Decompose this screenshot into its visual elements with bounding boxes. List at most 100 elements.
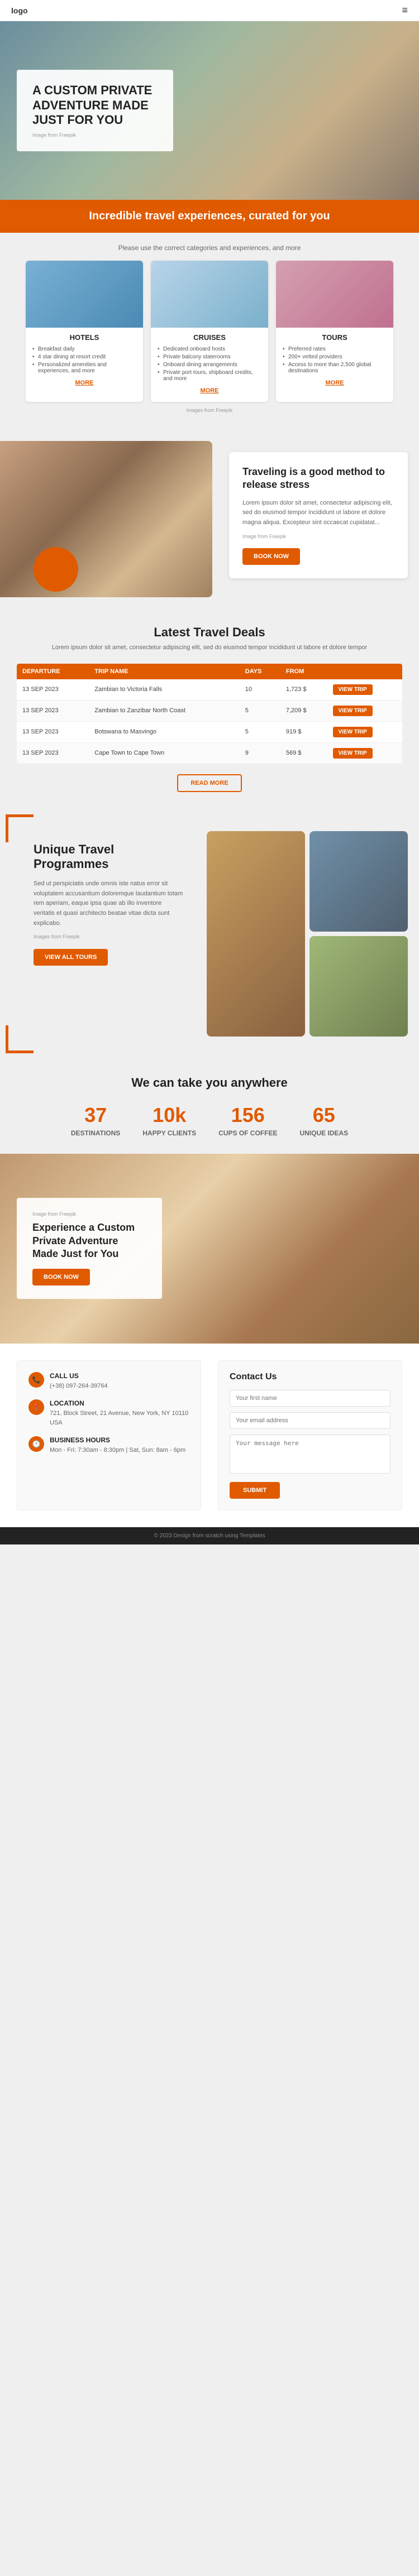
contact-message-input[interactable] xyxy=(230,1435,391,1474)
col-days: DAYS xyxy=(240,664,280,679)
footer-location-value: 721, Block Street, 21 Avenue, New York, … xyxy=(50,1409,189,1427)
cards-image-credit: Images from Freepik xyxy=(11,407,408,413)
deal-2-view-button[interactable]: VIEW TRIP xyxy=(333,706,373,716)
footer-hours: 🕐 BUSINESS HOURS Mon - Fri: 7:30am - 8:3… xyxy=(28,1436,189,1455)
adventure-section: Image from Freepik Experience a Custom P… xyxy=(0,1154,419,1344)
hotels-feature-2: 4 star dining at resort credit xyxy=(32,354,136,360)
hotels-more-link[interactable]: MORE xyxy=(32,380,136,386)
stress-body: Lorem ipsum dolor sit amet, consectetur … xyxy=(242,498,394,528)
deal-3-view-button[interactable]: VIEW TRIP xyxy=(333,727,373,737)
deal-row-1: 13 SEP 2023 Zambian to Victoria Falls 10… xyxy=(17,679,402,701)
cards-row: HOTELS Breakfast daily 4 star dining at … xyxy=(11,261,408,402)
tours-card-body: TOURS Preferred rates 200+ vetted provid… xyxy=(276,328,393,394)
phone-icon: 📞 xyxy=(28,1372,44,1388)
deal-2-departure: 13 SEP 2023 xyxy=(17,700,89,721)
deals-header-row: DEPARTURE TRIP NAME DAYS FROM xyxy=(17,664,402,679)
footer-hours-label: BUSINESS HOURS xyxy=(50,1436,185,1444)
footer-call-text: CALL US (+38) 097-264-39764 xyxy=(50,1372,108,1391)
deal-3-days: 5 xyxy=(240,721,280,742)
hamburger-menu[interactable]: ≡ xyxy=(402,4,408,16)
tagline-section: Incredible travel experiences, curated f… xyxy=(0,200,419,233)
programmes-image-credit: Images from Freepik xyxy=(34,933,184,941)
programmes-img-2 xyxy=(310,831,408,932)
col-action xyxy=(327,664,402,679)
cruises-title: CRUISES xyxy=(158,333,261,342)
stress-background xyxy=(0,441,212,597)
adventure-image-credit: Image from Freepik xyxy=(32,1211,146,1217)
stress-section: Traveling is a good method to release st… xyxy=(0,430,419,608)
footer-location: 📍 LOCATION 721, Block Street, 21 Avenue,… xyxy=(28,1399,189,1427)
stress-content-box: Traveling is a good method to release st… xyxy=(229,452,408,578)
col-from: FROM xyxy=(280,664,327,679)
programmes-left: Unique Travel Programmes Sed ut perspici… xyxy=(17,831,196,1037)
contact-form: SUBMIT xyxy=(230,1390,391,1499)
hotels-title: HOTELS xyxy=(32,333,136,342)
stat-destinations: 37 DESTINATIONS xyxy=(71,1104,120,1137)
footer-call-value: (+38) 097-264-39764 xyxy=(50,1381,108,1391)
deal-4-departure: 13 SEP 2023 xyxy=(17,742,89,764)
cruises-card-body: CRUISES Dedicated onboard hosts Private … xyxy=(151,328,268,402)
programmes-cta-button[interactable]: VIEW ALL TOURS xyxy=(34,949,108,966)
programmes-images xyxy=(207,831,419,1037)
deal-row-3: 13 SEP 2023 Botswana to Masvingo 5 919 $… xyxy=(17,721,402,742)
stats-section: We can take you anywhere 37 DESTINATIONS… xyxy=(0,1059,419,1154)
deal-4-from: 569 $ xyxy=(280,742,327,764)
deal-row-2: 13 SEP 2023 Zambian to Zanzibar North Co… xyxy=(17,700,402,721)
stress-orange-circle xyxy=(34,547,78,592)
deal-3-from: 919 $ xyxy=(280,721,327,742)
cruises-more-link[interactable]: MORE xyxy=(158,387,261,394)
deal-2-days: 5 xyxy=(240,700,280,721)
tours-more-link[interactable]: MORE xyxy=(283,380,387,386)
programmes-body: Sed ut perspiciatis unde omnis iste natu… xyxy=(34,879,184,928)
stat-coffee-number: 156 xyxy=(218,1104,277,1127)
stats-row: 37 DESTINATIONS 10k HAPPY CLIENTS 156 CU… xyxy=(17,1104,402,1137)
contact-email-input[interactable] xyxy=(230,1412,391,1429)
tours-feature-1: Preferred rates xyxy=(283,346,387,352)
programmes-section: Unique Travel Programmes Sed ut perspici… xyxy=(0,809,419,1059)
col-trip: TRIP NAME xyxy=(89,664,239,679)
stat-clients-number: 10k xyxy=(142,1104,196,1127)
footer-location-label: LOCATION xyxy=(50,1399,189,1407)
stat-ideas-number: 65 xyxy=(299,1104,348,1127)
contact-name-input[interactable] xyxy=(230,1390,391,1407)
stat-ideas-label: UNIQUE IDEAS xyxy=(299,1129,348,1137)
contact-title: Contact Us xyxy=(230,1372,391,1382)
stat-clients: 10k HAPPY CLIENTS xyxy=(142,1104,196,1137)
programmes-img-3 xyxy=(310,936,408,1037)
deals-table-header: DEPARTURE TRIP NAME DAYS FROM xyxy=(17,664,402,679)
deal-4-action: VIEW TRIP xyxy=(327,742,402,764)
deal-2-from: 7,209 $ xyxy=(280,700,327,721)
stat-coffee: 156 CUPS OF COFFEE xyxy=(218,1104,277,1137)
deals-title: Latest Travel Deals xyxy=(17,625,402,640)
deal-3-departure: 13 SEP 2023 xyxy=(17,721,89,742)
deal-row-4: 13 SEP 2023 Cape Town to Cape Town 9 569… xyxy=(17,742,402,764)
stat-clients-label: HAPPY CLIENTS xyxy=(142,1129,196,1137)
cards-section: Please use the correct categories and ex… xyxy=(0,233,419,430)
deal-1-action: VIEW TRIP xyxy=(327,679,402,701)
deal-4-view-button[interactable]: VIEW TRIP xyxy=(333,748,373,759)
deals-subtitle: Lorem ipsum dolor sit amet, consectetur … xyxy=(17,643,402,653)
footer-call-us: 📞 CALL US (+38) 097-264-39764 xyxy=(28,1372,189,1391)
deal-1-view-button[interactable]: VIEW TRIP xyxy=(333,684,373,695)
stat-destinations-number: 37 xyxy=(71,1104,120,1127)
cards-subtitle: Please use the correct categories and ex… xyxy=(11,244,408,252)
deal-3-trip: Botswana to Masvingo xyxy=(89,721,239,742)
col-departure: DEPARTURE xyxy=(17,664,89,679)
cruises-image xyxy=(151,261,268,328)
cruises-feature-2: Private balcony staterooms xyxy=(158,354,261,360)
deal-1-trip: Zambian to Victoria Falls xyxy=(89,679,239,701)
deals-table-body: 13 SEP 2023 Zambian to Victoria Falls 10… xyxy=(17,679,402,764)
stress-title: Traveling is a good method to release st… xyxy=(242,466,394,492)
deals-read-more-button[interactable]: READ MORE xyxy=(177,774,241,792)
footer-hours-value: Mon - Fri: 7:30am - 8:30pm | Sat, Sun: 8… xyxy=(50,1446,185,1455)
contact-submit-button[interactable]: SUBMIT xyxy=(230,1482,280,1499)
stat-ideas: 65 UNIQUE IDEAS xyxy=(299,1104,348,1137)
footer-contact: Contact Us SUBMIT xyxy=(218,1360,402,1510)
cruises-feature-3: Onboard dining arrangements xyxy=(158,362,261,368)
footer-info: 📞 CALL US (+38) 097-264-39764 📍 LOCATION… xyxy=(17,1360,201,1510)
deal-1-from: 1,723 $ xyxy=(280,679,327,701)
tours-feature-3: Access to more than 2,500 global destina… xyxy=(283,362,387,374)
stress-cta-button[interactable]: BOOK NOW xyxy=(242,548,300,565)
adventure-cta-button[interactable]: BOOK NOW xyxy=(32,1269,90,1285)
programmes-title: Unique Travel Programmes xyxy=(34,842,184,872)
